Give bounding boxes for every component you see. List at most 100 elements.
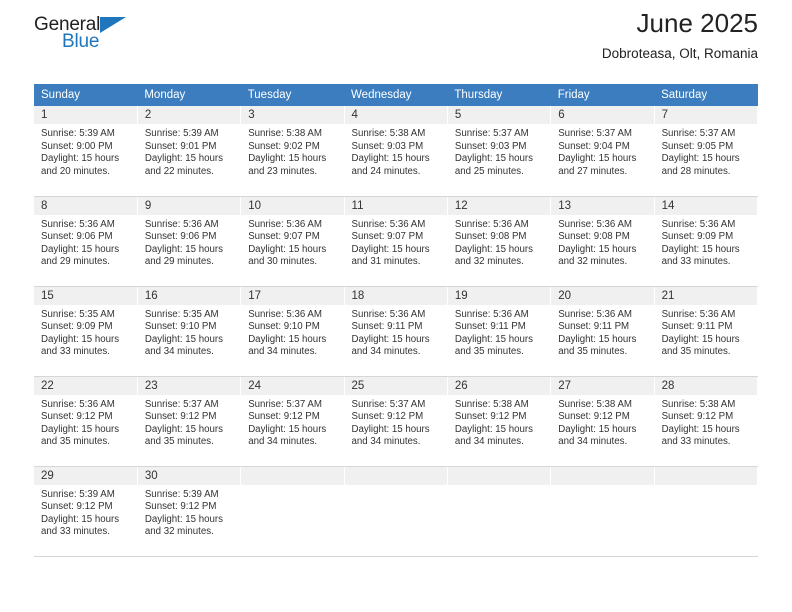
- sunset-text: Sunset: 9:11 PM: [454, 321, 526, 333]
- weekday-header-thursday: Thursday: [447, 84, 551, 106]
- day-details: Sunrise: 5:36 AM Sunset: 9:11 PM Dayligh…: [655, 305, 757, 359]
- day-cell[interactable]: 8 Sunrise: 5:36 AM Sunset: 9:06 PM Dayli…: [34, 196, 138, 287]
- daylight-text-line2: and 32 minutes.: [558, 256, 628, 268]
- sunrise-text: Sunrise: 5:39 AM: [144, 128, 219, 139]
- sunrise-text: Sunrise: 5:38 AM: [351, 128, 426, 139]
- daylight-text-line2: and 29 minutes.: [41, 256, 110, 268]
- day-cell[interactable]: 15 Sunrise: 5:35 AM Sunset: 9:09 PM Dayl…: [34, 286, 138, 377]
- day-cell[interactable]: 19 Sunrise: 5:36 AM Sunset: 9:11 PM Dayl…: [447, 286, 552, 377]
- sunrise-text: Sunrise: 5:36 AM: [351, 308, 426, 320]
- sunrise-text: Sunrise: 5:37 AM: [351, 398, 426, 410]
- daylight-text-line1: Daylight: 15 hours: [248, 243, 327, 255]
- day-cell[interactable]: 14 Sunrise: 5:36 AM Sunset: 9:09 PM Dayl…: [654, 196, 759, 287]
- day-number: 11: [344, 196, 447, 215]
- day-cell[interactable]: 27 Sunrise: 5:38 AM Sunset: 9:12 PM Dayl…: [550, 376, 655, 467]
- day-cell[interactable]: 4 Sunrise: 5:38 AM Sunset: 9:03 PM Dayli…: [344, 106, 448, 197]
- daylight-text-line1: Daylight: 15 hours: [558, 153, 637, 165]
- day-cell[interactable]: 10 Sunrise: 5:36 AM Sunset: 9:07 PM Dayl…: [240, 196, 345, 287]
- day-cell[interactable]: 6 Sunrise: 5:37 AM Sunset: 9:04 PM Dayli…: [550, 106, 655, 197]
- daylight-text-line2: and 34 minutes.: [351, 346, 421, 358]
- day-number: 7: [654, 106, 757, 124]
- daylight-text-line1: Daylight: 15 hours: [558, 333, 637, 345]
- sunset-text: Sunset: 9:12 PM: [144, 411, 217, 423]
- day-cell[interactable]: 20 Sunrise: 5:36 AM Sunset: 9:11 PM Dayl…: [550, 286, 655, 377]
- day-number: 18: [344, 286, 447, 305]
- day-cell[interactable]: 29 Sunrise: 5:39 AM Sunset: 9:12 PM Dayl…: [34, 466, 138, 557]
- sunset-text: Sunset: 9:09 PM: [661, 231, 734, 243]
- day-number: 23: [137, 376, 241, 395]
- daylight-text-line2: and 35 minutes.: [661, 346, 731, 358]
- day-number: 22: [34, 376, 137, 395]
- sunrise-text: Sunrise: 5:36 AM: [248, 308, 322, 320]
- sunrise-text: Sunrise: 5:37 AM: [454, 128, 529, 139]
- sunrise-text: Sunrise: 5:38 AM: [558, 398, 632, 410]
- daylight-text-line1: Daylight: 15 hours: [454, 243, 533, 255]
- sunrise-text: Sunrise: 5:39 AM: [41, 128, 115, 139]
- day-cell[interactable]: 11 Sunrise: 5:36 AM Sunset: 9:07 PM Dayl…: [344, 196, 448, 287]
- sunset-text: Sunset: 9:11 PM: [558, 321, 630, 333]
- day-cell[interactable]: 24 Sunrise: 5:37 AM Sunset: 9:12 PM Dayl…: [240, 376, 345, 467]
- sunset-text: Sunset: 9:06 PM: [144, 231, 217, 243]
- daylight-text-line2: and 34 minutes.: [351, 436, 421, 448]
- header-titles: June 2025 Dobroteasa, Olt, Romania: [602, 6, 758, 64]
- daylight-text-line2: and 24 minutes.: [351, 165, 421, 177]
- sunset-text: Sunset: 9:12 PM: [454, 411, 527, 423]
- day-cell[interactable]: 18 Sunrise: 5:36 AM Sunset: 9:11 PM Dayl…: [344, 286, 448, 377]
- day-details: Sunrise: 5:36 AM Sunset: 9:12 PM Dayligh…: [34, 395, 137, 449]
- daylight-text-line1: Daylight: 15 hours: [41, 513, 120, 525]
- day-number: 3: [241, 106, 344, 124]
- sunrise-text: Sunrise: 5:36 AM: [661, 308, 736, 320]
- calendar-week-row: 29 Sunrise: 5:39 AM Sunset: 9:12 PM Dayl…: [34, 466, 759, 557]
- day-cell[interactable]: 1 Sunrise: 5:39 AM Sunset: 9:00 PM Dayli…: [34, 106, 138, 197]
- day-cell[interactable]: 5 Sunrise: 5:37 AM Sunset: 9:03 PM Dayli…: [447, 106, 552, 197]
- day-number: [654, 466, 757, 485]
- day-cell[interactable]: 12 Sunrise: 5:36 AM Sunset: 9:08 PM Dayl…: [447, 196, 552, 287]
- daylight-text-line1: Daylight: 15 hours: [351, 333, 430, 345]
- daylight-text-line1: Daylight: 15 hours: [41, 423, 120, 435]
- sunrise-text: Sunrise: 5:38 AM: [661, 398, 736, 410]
- day-cell[interactable]: 13 Sunrise: 5:36 AM Sunset: 9:08 PM Dayl…: [550, 196, 655, 287]
- daylight-text-line2: and 27 minutes.: [558, 165, 628, 177]
- logo-triangle-icon: [100, 17, 126, 33]
- daylight-text-line1: Daylight: 15 hours: [661, 423, 740, 435]
- daylight-text-line2: and 35 minutes.: [454, 346, 524, 358]
- month-calendar-table: Sunday Monday Tuesday Wednesday Thursday…: [34, 84, 759, 557]
- daylight-text-line2: and 34 minutes.: [248, 346, 318, 358]
- day-cell[interactable]: 9 Sunrise: 5:36 AM Sunset: 9:06 PM Dayli…: [137, 196, 242, 287]
- day-details: Sunrise: 5:36 AM Sunset: 9:11 PM Dayligh…: [345, 305, 447, 359]
- day-number: 19: [447, 286, 551, 305]
- day-cell[interactable]: 17 Sunrise: 5:36 AM Sunset: 9:10 PM Dayl…: [240, 286, 345, 377]
- daylight-text-line2: and 22 minutes.: [144, 165, 214, 177]
- daylight-text-line1: Daylight: 15 hours: [41, 333, 120, 345]
- day-cell[interactable]: 3 Sunrise: 5:38 AM Sunset: 9:02 PM Dayli…: [240, 106, 345, 197]
- day-details: Sunrise: 5:37 AM Sunset: 9:12 PM Dayligh…: [241, 395, 343, 449]
- sunrise-text: Sunrise: 5:36 AM: [144, 218, 219, 230]
- day-cell-empty: [344, 466, 448, 557]
- sunset-text: Sunset: 9:00 PM: [41, 140, 113, 152]
- day-cell[interactable]: 30 Sunrise: 5:39 AM Sunset: 9:12 PM Dayl…: [137, 466, 242, 557]
- day-cell[interactable]: 28 Sunrise: 5:38 AM Sunset: 9:12 PM Dayl…: [654, 376, 759, 467]
- day-details: Sunrise: 5:37 AM Sunset: 9:12 PM Dayligh…: [345, 395, 447, 449]
- daylight-text-line1: Daylight: 15 hours: [454, 153, 533, 165]
- day-details: Sunrise: 5:36 AM Sunset: 9:06 PM Dayligh…: [138, 215, 240, 269]
- day-cell[interactable]: 21 Sunrise: 5:36 AM Sunset: 9:11 PM Dayl…: [654, 286, 759, 377]
- day-cell[interactable]: 7 Sunrise: 5:37 AM Sunset: 9:05 PM Dayli…: [654, 106, 759, 197]
- day-cell[interactable]: 2 Sunrise: 5:39 AM Sunset: 9:01 PM Dayli…: [137, 106, 242, 197]
- day-cell[interactable]: 16 Sunrise: 5:35 AM Sunset: 9:10 PM Dayl…: [137, 286, 242, 377]
- sunset-text: Sunset: 9:05 PM: [661, 140, 734, 152]
- sunset-text: Sunset: 9:10 PM: [248, 321, 320, 333]
- day-cell[interactable]: 26 Sunrise: 5:38 AM Sunset: 9:12 PM Dayl…: [447, 376, 552, 467]
- day-details: Sunrise: 5:36 AM Sunset: 9:06 PM Dayligh…: [34, 215, 137, 269]
- day-details: Sunrise: 5:37 AM Sunset: 9:12 PM Dayligh…: [138, 395, 240, 449]
- day-number: [344, 466, 447, 485]
- sunset-text: Sunset: 9:06 PM: [41, 231, 113, 243]
- day-number: 20: [551, 286, 654, 305]
- day-cell[interactable]: 23 Sunrise: 5:37 AM Sunset: 9:12 PM Dayl…: [137, 376, 242, 467]
- day-cell[interactable]: 25 Sunrise: 5:37 AM Sunset: 9:12 PM Dayl…: [344, 376, 448, 467]
- daylight-text-line1: Daylight: 15 hours: [558, 243, 637, 255]
- daylight-text-line1: Daylight: 15 hours: [661, 243, 740, 255]
- daylight-text-line2: and 23 minutes.: [248, 165, 318, 177]
- day-cell[interactable]: 22 Sunrise: 5:36 AM Sunset: 9:12 PM Dayl…: [34, 376, 138, 467]
- sunrise-text: Sunrise: 5:37 AM: [248, 398, 322, 410]
- location-subtitle: Dobroteasa, Olt, Romania: [601, 46, 758, 61]
